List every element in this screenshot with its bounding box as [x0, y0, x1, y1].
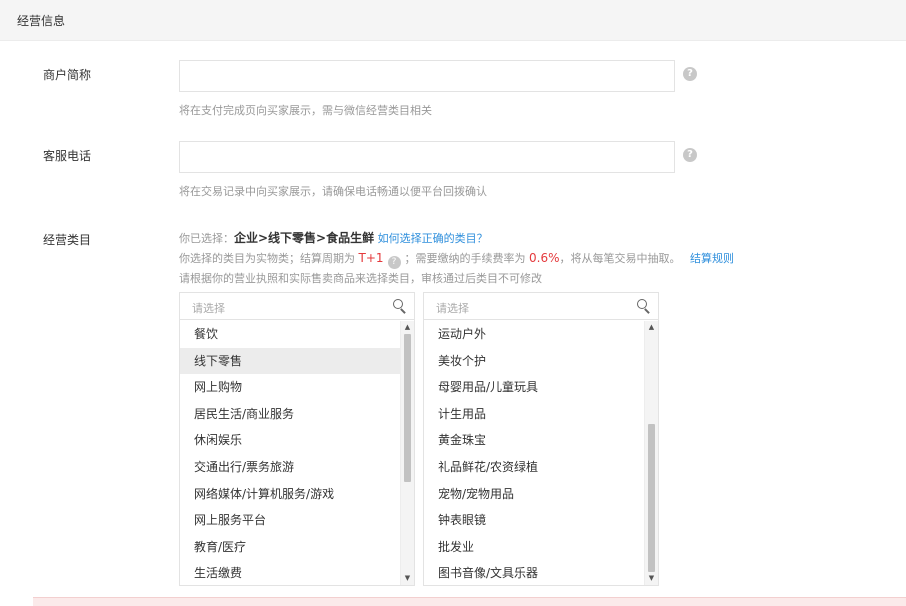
category-item[interactable]: 钟表眼镜: [424, 507, 644, 534]
secondary-category-search-placeholder: 请选择: [436, 302, 469, 315]
category-item[interactable]: 交通出行/票务旅游: [180, 454, 400, 481]
secondary-category-search[interactable]: 请选择: [424, 293, 658, 320]
secondary-category-items: 运动户外 美妆个护 母婴用品/儿童玩具 计生用品 黄金珠宝 礼品鲜花/农资绿植 宠物/宠物用…: [424, 321, 644, 585]
scroll-down-arrow-icon[interactable]: ▼: [645, 572, 658, 585]
scroll-up-arrow-icon[interactable]: ▲: [401, 321, 414, 334]
search-icon[interactable]: [393, 299, 407, 314]
category-label: 经营类目: [43, 233, 92, 247]
fee-text-2: ；需要缴纳的手续费率为: [404, 252, 526, 265]
category-item[interactable]: 居民生活/商业服务: [180, 401, 400, 428]
settle-rule-link[interactable]: 结算规则: [690, 252, 734, 265]
fee-text-3: ，将从每笔交易中抽取。: [559, 252, 681, 265]
category-item[interactable]: 批发业: [424, 534, 644, 561]
secondary-category-list: 请选择 运动户外 美妆个护 母婴用品/儿童玩具 计生用品 黄金珠宝 礼品鲜花/农资绿植 宠物…: [423, 292, 659, 586]
category-item[interactable]: 网上购物: [180, 374, 400, 401]
question-circle-icon[interactable]: ?: [387, 256, 401, 269]
fee-info-line: 你选择的类目为实物类；结算周期为 T+1? ；需要缴纳的手续费率为 0.6%，将从…: [179, 250, 734, 269]
category-item[interactable]: 餐饮: [180, 321, 400, 348]
service-phone-hint: 将在交易记录中向买家展示，请确保电话畅通以便平台回拨确认: [179, 185, 487, 198]
category-item[interactable]: 生活缴费: [180, 560, 400, 585]
category-item[interactable]: 母婴用品/儿童玩具: [424, 374, 644, 401]
section-header: 经营信息: [0, 0, 906, 41]
scroll-up-arrow-icon[interactable]: ▲: [645, 321, 658, 334]
scrollbar-thumb[interactable]: [648, 424, 655, 572]
primary-category-search[interactable]: 请选择: [180, 293, 414, 320]
category-item[interactable]: 图书音像/文具乐器: [424, 560, 644, 585]
secondary-category-scrollbar[interactable]: ▲ ▼: [644, 321, 658, 585]
section-title: 经营信息: [17, 14, 66, 28]
category-item[interactable]: 休闲娱乐: [180, 427, 400, 454]
category-notice: 请根据你的营业执照和实际售卖商品来选择类目，审核通过后类目不可修改: [179, 272, 542, 285]
selected-category-line: 你已选择：企业>线下零售>食品生鲜 如何选择正确的类目？: [179, 229, 488, 246]
primary-category-scrollbar[interactable]: ▲ ▼: [400, 321, 414, 585]
selected-prefix: 你已选择：: [179, 232, 234, 245]
scroll-down-arrow-icon[interactable]: ▼: [401, 572, 414, 585]
fee-rate: 0.6%: [529, 251, 560, 265]
category-item[interactable]: 网络媒体/计算机服务/游戏: [180, 481, 400, 508]
service-phone-label: 客服电话: [43, 149, 92, 163]
category-item[interactable]: 网上服务平台: [180, 507, 400, 534]
service-phone-input[interactable]: [179, 141, 675, 173]
primary-category-items: 餐饮 线下零售 网上购物 居民生活/商业服务 休闲娱乐 交通出行/票务旅游 网络媒体/计算机…: [180, 321, 400, 585]
question-circle-icon[interactable]: ?: [683, 148, 697, 162]
how-to-choose-link[interactable]: 如何选择正确的类目？: [378, 232, 488, 245]
error-bar: [33, 597, 906, 606]
fee-text-1: 你选择的类目为实物类；结算周期为: [179, 252, 355, 265]
search-icon[interactable]: [637, 299, 651, 314]
selected-category-path: 企业>线下零售>食品生鲜: [234, 231, 375, 245]
merchant-name-input[interactable]: [179, 60, 675, 92]
category-item[interactable]: 美妆个护: [424, 348, 644, 375]
primary-category-list: 请选择 餐饮 线下零售 网上购物 居民生活/商业服务 休闲娱乐 交通出行/票务旅游 网络媒体…: [179, 292, 415, 586]
category-item[interactable]: 线下零售: [180, 347, 400, 375]
category-item[interactable]: 黄金珠宝: [424, 427, 644, 454]
category-item[interactable]: 教育/医疗: [180, 534, 400, 561]
category-item[interactable]: 礼品鲜花/农资绿植: [424, 454, 644, 481]
question-circle-icon[interactable]: ?: [683, 67, 697, 81]
category-item[interactable]: 运动户外: [424, 321, 644, 348]
category-item[interactable]: 宠物/宠物用品: [424, 481, 644, 508]
merchant-name-hint: 将在支付完成页向买家展示，需与微信经营类目相关: [179, 104, 432, 117]
primary-category-search-placeholder: 请选择: [192, 302, 225, 315]
merchant-name-label: 商户简称: [43, 68, 92, 82]
category-item[interactable]: 计生用品: [424, 401, 644, 428]
settle-cycle: T+1: [358, 251, 384, 265]
scrollbar-thumb[interactable]: [404, 334, 411, 482]
